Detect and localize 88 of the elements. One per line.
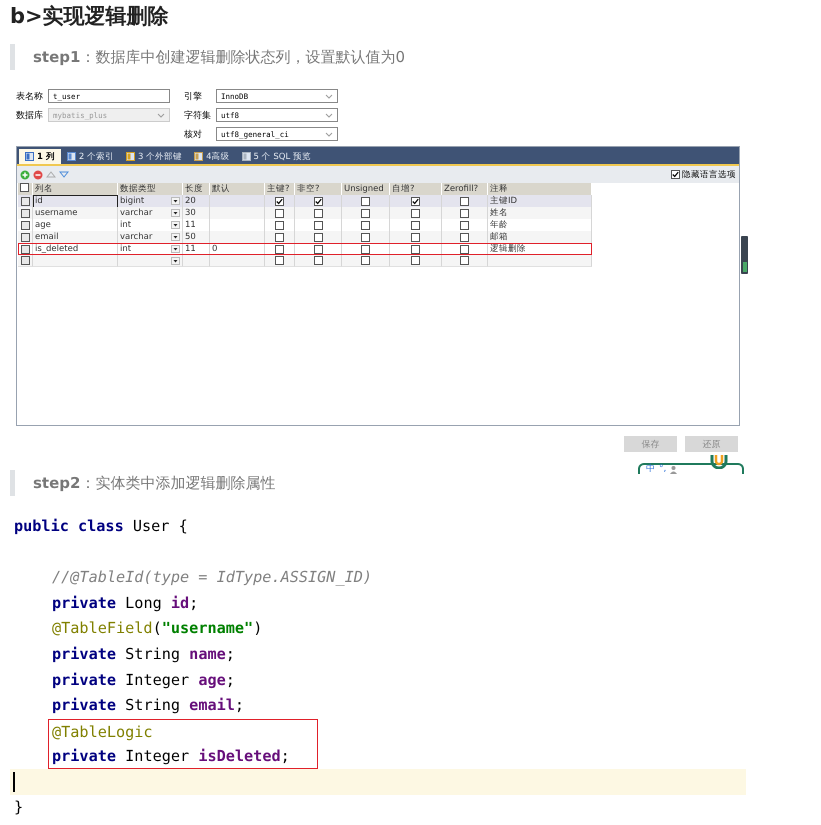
checkbox[interactable] — [361, 196, 370, 206]
checkbox[interactable] — [20, 183, 29, 192]
checkbox[interactable] — [275, 244, 284, 254]
side-widget-icon[interactable] — [741, 236, 748, 274]
checkbox[interactable] — [314, 256, 322, 265]
field-label: 引擎 — [184, 90, 203, 102]
magnet-icon[interactable] — [710, 455, 728, 469]
ime-indicator[interactable]: °, — [659, 465, 666, 474]
caret-icon — [325, 94, 333, 98]
checkbox[interactable] — [314, 220, 322, 230]
column-header: Unsigned — [342, 183, 390, 196]
checkbox[interactable] — [314, 232, 322, 242]
checkbox[interactable] — [361, 220, 370, 230]
column-header: 默认 — [210, 183, 265, 196]
checkbox[interactable] — [314, 244, 322, 254]
caret-icon — [325, 112, 333, 118]
checkbox[interactable] — [460, 208, 469, 218]
checkbox[interactable] — [275, 196, 284, 206]
code-line: public class User { — [13, 516, 189, 537]
column-header: 注释 — [488, 183, 592, 196]
checkbox[interactable] — [275, 220, 284, 230]
column-header: 非空? — [295, 183, 342, 196]
checkbox-label: 隐藏语言选项 — [682, 168, 736, 180]
code-line: } — [13, 796, 24, 818]
column-header: 主键? — [265, 183, 295, 196]
column-header: 长度 — [183, 183, 210, 196]
code-line: private Long id; — [51, 592, 200, 614]
ime-indicator[interactable]: 中 — [646, 465, 655, 474]
checkbox[interactable] — [460, 220, 469, 230]
caret-icon — [157, 112, 165, 118]
code-line: private Integer age; — [51, 670, 236, 691]
tab-icon — [194, 152, 204, 161]
tab[interactable]: 3 个外部键 — [120, 149, 188, 164]
code-line: //@TableId(type = IdType.ASSIGN_ID) — [51, 567, 374, 588]
checkbox[interactable] — [314, 196, 322, 206]
checkbox[interactable] — [275, 208, 284, 218]
step-text: step2：实体类中添加逻辑删除属性 — [33, 474, 276, 492]
column-header: 数据类型 — [118, 183, 183, 196]
caret-icon — [171, 197, 180, 205]
checkbox[interactable] — [460, 196, 469, 206]
column-header: Zerofill? — [442, 183, 488, 196]
code-line: private String email; — [51, 695, 246, 716]
tab[interactable]: 1 列 — [19, 149, 61, 164]
quote-bar — [10, 44, 15, 70]
checkbox[interactable] — [275, 232, 284, 242]
checkbox[interactable] — [411, 208, 420, 218]
text-cursor — [13, 772, 15, 792]
code-line: private String name; — [51, 644, 236, 665]
checkbox[interactable] — [460, 244, 469, 254]
tab[interactable]: 5 个 SQL 预览 — [236, 149, 317, 164]
checkbox[interactable] — [411, 256, 420, 265]
tab[interactable]: 2 个索引 — [60, 149, 120, 164]
checkbox[interactable] — [361, 256, 370, 265]
checkbox[interactable] — [411, 220, 420, 230]
column-header: 列名 — [33, 183, 118, 196]
tab[interactable]: 4高级 — [188, 149, 236, 164]
caret-icon — [325, 132, 333, 136]
add-icon[interactable] — [20, 170, 30, 180]
tab-icon — [25, 152, 34, 161]
code-line: private Integer isDeleted; — [52, 746, 291, 767]
field-label: 字符集 — [184, 110, 212, 122]
checkbox[interactable] — [361, 232, 370, 242]
checkbox[interactable] — [411, 232, 420, 242]
checkbox[interactable] — [460, 256, 469, 265]
user-icon[interactable] — [670, 466, 678, 474]
checkbox[interactable] — [671, 170, 680, 179]
checkbox[interactable] — [411, 244, 420, 254]
move-down-icon[interactable] — [59, 171, 69, 178]
tab-icon — [242, 152, 251, 161]
field-label: 核对 — [184, 128, 203, 140]
remove-icon[interactable] — [33, 170, 43, 180]
checkbox[interactable] — [411, 196, 420, 206]
step-text: step1：数据库中创建逻辑删除状态列，设置默认值为0 — [33, 48, 405, 66]
checkbox[interactable] — [361, 208, 370, 218]
checkbox[interactable] — [314, 208, 322, 218]
field-label: 数据库 — [16, 110, 44, 122]
tab-icon — [66, 152, 76, 161]
field-label: 表名称 — [16, 90, 44, 102]
checkbox[interactable] — [361, 244, 370, 254]
table-cell — [183, 255, 210, 267]
section-heading: b>实现逻辑删除 — [9, 3, 170, 30]
column-header: 自增? — [390, 183, 442, 196]
quote-bar — [10, 470, 15, 496]
code-line: @TableLogic — [52, 722, 154, 743]
tab-icon — [126, 152, 135, 161]
checkbox[interactable] — [460, 232, 469, 242]
checkbox[interactable] — [275, 256, 284, 265]
code-line: @TableField("username") — [51, 618, 264, 640]
